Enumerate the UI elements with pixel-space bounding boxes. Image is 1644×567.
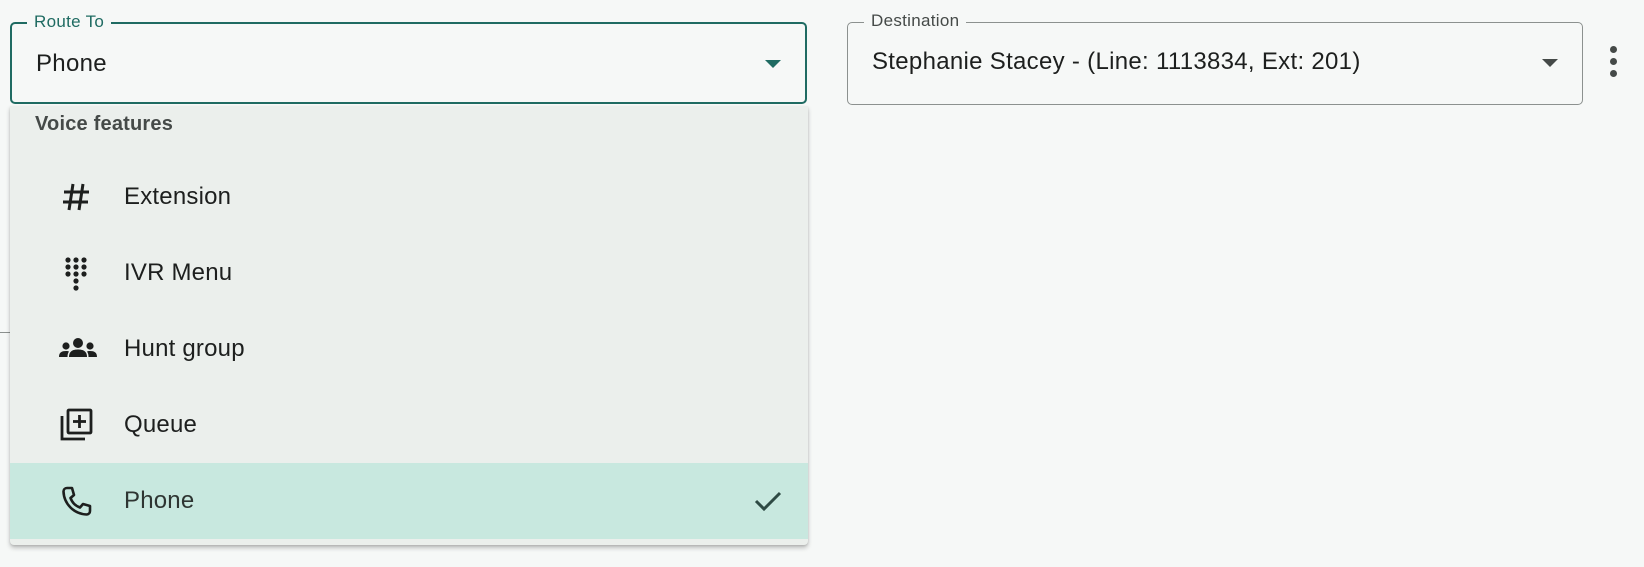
dropdown-arrow-icon[interactable] [1542, 59, 1558, 67]
route-to-value: Phone [36, 50, 107, 77]
menu-item-label: Hunt group [124, 335, 245, 362]
menu-item-label: Queue [124, 411, 198, 438]
more-vert-icon[interactable] [1600, 40, 1628, 84]
check-icon [752, 485, 784, 517]
route-to-label: Route To [27, 11, 112, 33]
more-dot [1610, 70, 1617, 77]
menu-item-label: Extension [124, 183, 232, 210]
groups-icon [58, 331, 97, 367]
menu-group-header: Voice features [35, 113, 174, 135]
menu-item-ivr-menu[interactable]: IVR Menu [10, 235, 808, 311]
route-to-menu: Voice features Extension IVR Menu Hunt g… [10, 106, 808, 545]
dropdown-arrow-icon[interactable] [765, 60, 781, 68]
route-to-select[interactable]: Route To Phone [10, 11, 807, 104]
destination-select[interactable]: Destination Stephanie Stacey - (Line: 11… [847, 10, 1583, 105]
menu-item-hunt-group[interactable]: Hunt group [10, 311, 808, 387]
phone-icon [58, 483, 94, 519]
menu-item-label: IVR Menu [124, 259, 233, 286]
dialpad-icon [58, 255, 94, 291]
destination-value: Stephanie Stacey - (Line: 1113834, Ext: … [872, 48, 1361, 75]
more-dot [1610, 58, 1617, 65]
destination-label: Destination [864, 10, 967, 32]
menu-item-queue[interactable]: Queue [10, 387, 808, 463]
menu-item-label: Phone [124, 487, 195, 514]
library-add-icon [58, 407, 94, 443]
hash-icon [58, 179, 94, 215]
more-dot [1610, 46, 1617, 53]
menu-item-extension[interactable]: Extension [10, 159, 808, 235]
menu-item-phone[interactable]: Phone [10, 463, 808, 539]
